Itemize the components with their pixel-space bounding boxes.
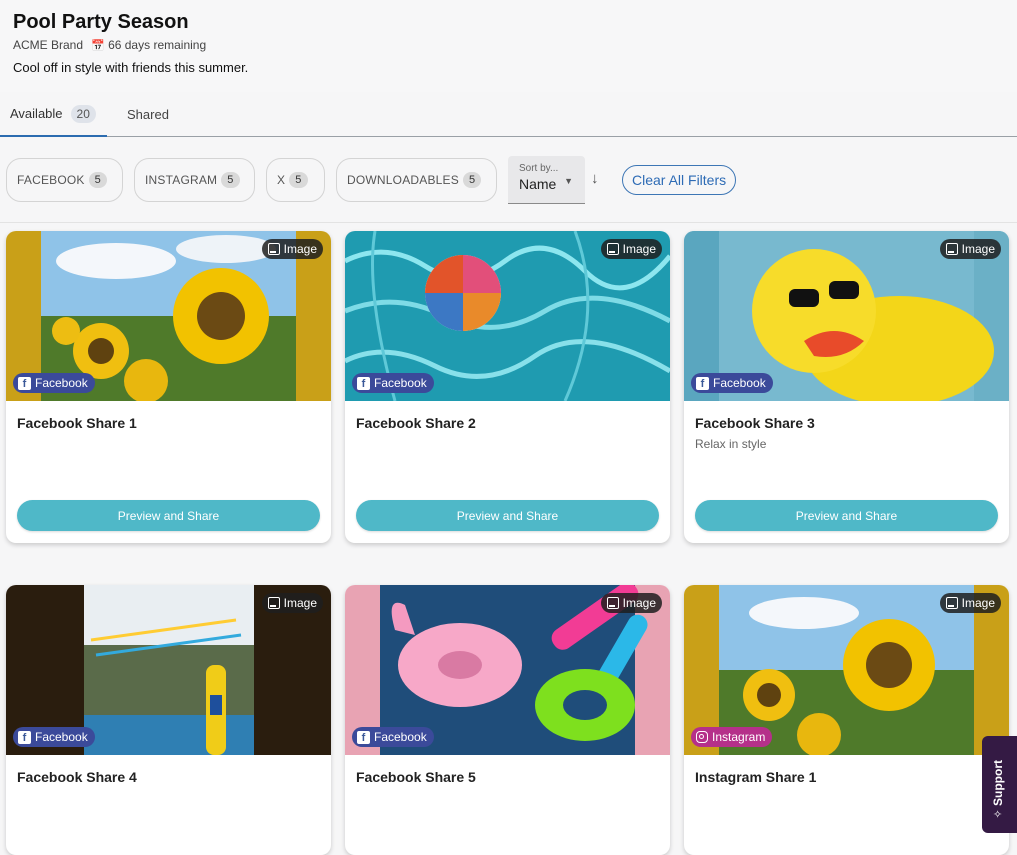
image-type-badge: Image xyxy=(261,593,323,613)
network-label: Facebook xyxy=(374,730,427,744)
network-label: Instagram xyxy=(712,730,766,744)
facebook-icon: f xyxy=(18,730,31,744)
instagram-icon xyxy=(696,731,708,743)
card-title: Facebook Share 2 xyxy=(356,415,476,431)
sort-label: Sort by... xyxy=(519,163,559,174)
facebook-icon: f xyxy=(18,376,31,390)
filter-facebook[interactable]: FACEBOOK 5 xyxy=(6,158,123,202)
filter-count: 5 xyxy=(462,172,482,188)
sparkle-icon: ✧ xyxy=(993,809,1003,821)
preview-and-share-button[interactable]: Preview and Share xyxy=(17,500,320,531)
card-thumbnail: Image f Facebook xyxy=(684,231,1009,401)
filter-count: 5 xyxy=(221,172,240,188)
card-title: Facebook Share 3 xyxy=(695,415,815,431)
card-thumbnail: Image f Facebook xyxy=(345,231,670,401)
arrow-down-icon[interactable]: ↓ xyxy=(591,170,599,187)
campaign-description: Cool off in style with friends this summ… xyxy=(13,60,249,75)
share-card[interactable]: Image f Facebook Facebook Share 4 xyxy=(6,585,331,855)
image-icon xyxy=(267,243,280,255)
preview-and-share-button[interactable]: Preview and Share xyxy=(695,500,998,531)
type-label: Image xyxy=(622,596,656,610)
network-badge: f Facebook xyxy=(691,373,773,393)
network-label: Facebook xyxy=(35,376,88,390)
tab-available-count: 20 xyxy=(70,104,96,123)
filter-bar: FACEBOOK 5 INSTAGRAM 5 X 5 DOWNLOADABLES… xyxy=(0,137,1017,223)
filter-count: 5 xyxy=(289,172,308,188)
card-thumbnail: Image f Facebook xyxy=(345,585,670,755)
network-badge: Instagram xyxy=(691,727,773,747)
campaign-meta: ACME Brand 📅 66 days remaining xyxy=(13,38,1004,52)
clear-filters-button[interactable]: Clear All Filters xyxy=(622,165,737,195)
chevron-down-icon: ▼ xyxy=(564,176,573,186)
filter-label: X xyxy=(277,173,286,187)
share-card[interactable]: Image f Facebook Facebook Share 5 xyxy=(345,585,670,855)
filter-downloadables[interactable]: DOWNLOADABLES 5 xyxy=(336,158,497,202)
filter-label: FACEBOOK xyxy=(17,173,85,187)
network-label: Facebook xyxy=(374,376,427,390)
image-icon xyxy=(267,597,280,609)
tab-available-label: Available xyxy=(10,106,63,121)
card-thumbnail: Image Instagram xyxy=(684,585,1009,755)
filter-instagram[interactable]: INSTAGRAM 5 xyxy=(134,158,255,202)
filter-x[interactable]: X 5 xyxy=(266,158,325,202)
type-label: Image xyxy=(283,242,317,256)
image-type-badge: Image xyxy=(600,239,662,259)
tab-shared-label: Shared xyxy=(127,107,169,122)
card-thumbnail: Image f Facebook xyxy=(6,231,331,401)
image-type-badge: Image xyxy=(939,239,1001,259)
card-title: Facebook Share 5 xyxy=(356,769,476,785)
page-title: Pool Party Season xyxy=(13,11,189,33)
days-remaining: 66 days remaining xyxy=(108,38,207,52)
card-title: Facebook Share 1 xyxy=(17,415,137,431)
facebook-icon: f xyxy=(696,376,709,390)
image-icon xyxy=(945,597,958,609)
remaining-info: 📅 66 days remaining xyxy=(91,38,206,52)
sort-select[interactable]: Sort by... Name ▼ xyxy=(508,156,585,204)
share-card[interactable]: Image f Facebook Facebook Share 1 Previe… xyxy=(6,231,331,543)
tab-available[interactable]: Available 20 xyxy=(0,92,107,137)
preview-and-share-button[interactable]: Preview and Share xyxy=(356,500,659,531)
network-badge: f Facebook xyxy=(352,727,434,747)
support-button[interactable]: Support ✧ xyxy=(982,736,1017,833)
network-label: Facebook xyxy=(35,730,88,744)
share-card[interactable]: Image f Facebook Facebook Share 3 Relax … xyxy=(684,231,1009,543)
filter-count: 5 xyxy=(88,172,107,188)
card-title: Instagram Share 1 xyxy=(695,769,817,785)
type-label: Image xyxy=(961,596,995,610)
filter-label: DOWNLOADABLES xyxy=(347,173,459,187)
image-icon xyxy=(606,243,619,255)
network-badge: f Facebook xyxy=(13,727,95,747)
type-label: Image xyxy=(961,242,995,256)
filter-label: INSTAGRAM xyxy=(145,173,218,187)
calendar-icon: 📅 xyxy=(91,40,105,52)
network-badge: f Facebook xyxy=(13,373,95,393)
facebook-icon: f xyxy=(357,376,370,390)
type-label: Image xyxy=(622,242,656,256)
network-label: Facebook xyxy=(713,376,766,390)
campaign-header: Pool Party Season ACME Brand 📅 66 days r… xyxy=(0,0,1017,92)
image-type-badge: Image xyxy=(261,239,323,259)
image-type-badge: Image xyxy=(939,593,1001,613)
image-icon xyxy=(606,597,619,609)
share-card[interactable]: Image f Facebook Facebook Share 2 Previe… xyxy=(345,231,670,543)
card-thumbnail: Image f Facebook xyxy=(6,585,331,755)
tab-shared[interactable]: Shared xyxy=(127,92,169,137)
type-label: Image xyxy=(283,596,317,610)
network-badge: f Facebook xyxy=(352,373,434,393)
card-subtitle: Relax in style xyxy=(695,437,767,451)
image-type-badge: Image xyxy=(600,593,662,613)
facebook-icon: f xyxy=(357,730,370,744)
tab-bar: Available 20 Shared xyxy=(0,92,1017,137)
support-label: Support xyxy=(991,760,1005,806)
image-icon xyxy=(945,243,958,255)
share-card[interactable]: Image Instagram Instagram Share 1 xyxy=(684,585,1009,855)
brand-name: ACME Brand xyxy=(13,38,84,52)
card-title: Facebook Share 4 xyxy=(17,769,137,785)
